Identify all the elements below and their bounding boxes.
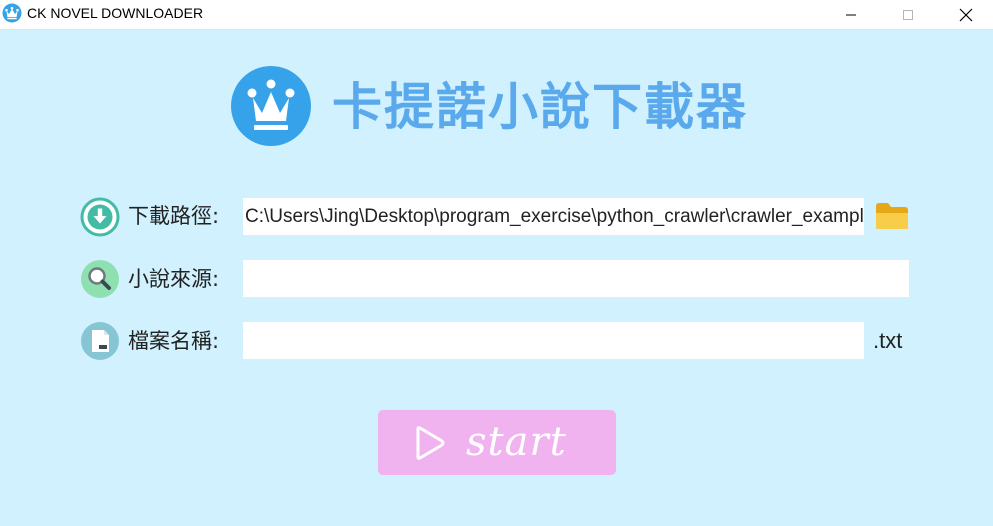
window-title: CK NOVEL DOWNLOADER <box>27 5 204 21</box>
close-button[interactable] <box>943 0 989 29</box>
maximize-button[interactable] <box>885 0 931 29</box>
crown-logo-icon <box>231 66 311 146</box>
source-input[interactable] <box>243 260 909 297</box>
search-icon <box>81 260 119 298</box>
filename-input[interactable] <box>243 322 864 359</box>
start-button[interactable]: start <box>378 410 616 475</box>
minimize-button[interactable] <box>828 0 874 29</box>
path-label: 下載路徑: <box>128 204 220 228</box>
filename-label: 檔案名稱: <box>128 329 220 353</box>
source-label: 小說來源: <box>128 267 220 291</box>
file-extension: .txt <box>873 328 903 353</box>
folder-icon[interactable] <box>874 200 910 232</box>
close-icon <box>959 8 973 21</box>
crown-icon <box>2 3 22 23</box>
path-field[interactable]: C:\Users\Jing\Desktop\program_exercise\p… <box>243 198 864 235</box>
title-bar: CK NOVEL DOWNLOADER <box>0 0 993 30</box>
maximize-icon <box>903 9 913 20</box>
minimize-icon <box>846 14 856 15</box>
download-icon <box>80 197 120 237</box>
app-title: 卡提諾小說下載器 <box>332 78 748 136</box>
play-icon <box>416 426 445 460</box>
start-button-label: start <box>466 419 567 465</box>
file-icon <box>81 322 119 360</box>
